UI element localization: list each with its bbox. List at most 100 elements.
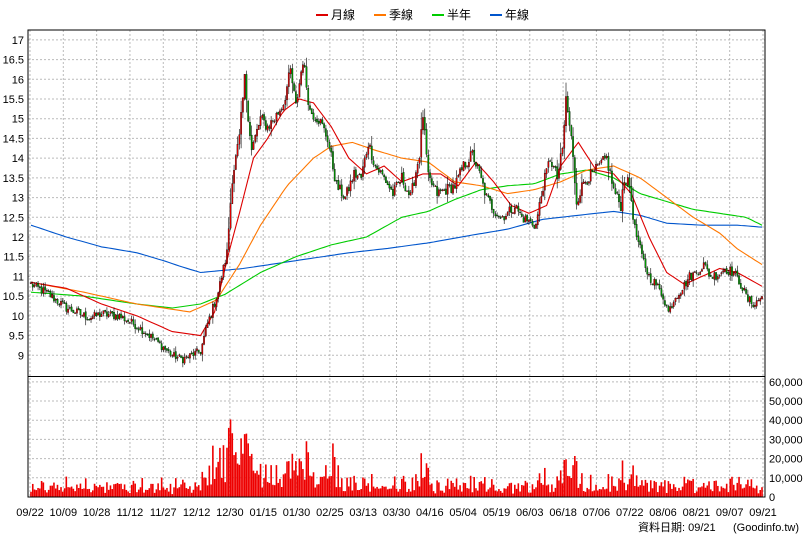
candle-body (199, 351, 202, 354)
candle-body (321, 119, 324, 125)
candle-body (731, 266, 733, 276)
stock-chart: 月線 季線 半年 年線 17 16.5 16 15.5 15 14.5 14 13.5 13 12… (0, 0, 808, 540)
volume-bar (346, 477, 348, 497)
volume-bar (153, 492, 156, 497)
candle-body (259, 116, 262, 126)
candle-body (688, 272, 691, 280)
volume-bar (183, 482, 186, 497)
candle-body (339, 184, 341, 190)
candle-body (159, 341, 161, 343)
candle-body (358, 174, 361, 176)
volume-bar (65, 476, 68, 497)
candle-body (282, 105, 285, 111)
candle-body (342, 196, 345, 199)
candle-body (558, 168, 560, 179)
candle-body (215, 299, 218, 308)
volume-bar (609, 491, 611, 497)
date-tick-label: 07/22 (616, 507, 644, 519)
volume-bar (607, 474, 610, 497)
candle-body (436, 185, 438, 196)
volume-bar (273, 485, 276, 497)
volume-bar (190, 492, 193, 497)
candle-body (669, 306, 672, 313)
volume-bar (616, 490, 619, 497)
candle-body (114, 314, 117, 320)
volume-bar (307, 452, 310, 497)
volume-bar (727, 492, 730, 497)
volume-bar (266, 481, 269, 497)
candle-body (602, 156, 604, 160)
candle-body (307, 88, 310, 105)
candle-body (58, 304, 61, 306)
candle-body (309, 105, 311, 110)
volume-bar (469, 475, 472, 497)
candle-body (434, 185, 437, 187)
volume-bar (713, 480, 716, 497)
candle-body (747, 294, 749, 302)
candle-body (137, 328, 140, 331)
candle-body (270, 120, 272, 130)
candle-body (545, 168, 548, 175)
volume-bar (754, 488, 756, 497)
volume-bar (445, 485, 447, 497)
candle-body (319, 119, 322, 124)
candle-body (305, 66, 308, 88)
volume-bar (566, 475, 569, 497)
volume-bar (611, 476, 613, 497)
volume-bar (519, 491, 521, 497)
candle-body (722, 270, 725, 273)
candle-body (67, 308, 69, 313)
candle-body (116, 314, 119, 320)
candle-body (480, 170, 483, 178)
volume-bar (687, 479, 689, 497)
volume-bar (159, 490, 161, 497)
volume-bar (679, 490, 682, 497)
volume-bar (718, 491, 721, 497)
candle-body (533, 224, 536, 229)
date-tick-label: 12/12 (183, 507, 211, 519)
volume-bar (351, 490, 354, 497)
candle-body (240, 112, 242, 135)
volume-bar (33, 489, 36, 497)
volume-bar (478, 481, 481, 497)
candle-body (344, 196, 347, 200)
volume-bar (282, 474, 285, 497)
candle-body (510, 205, 513, 214)
volume-bar (734, 490, 737, 497)
candle-body (351, 180, 354, 182)
candle-body (325, 128, 327, 137)
candle-body (148, 333, 151, 338)
volume-bar (492, 484, 495, 497)
volume-bar (257, 474, 260, 497)
candle-body (430, 178, 433, 185)
candle-body (256, 128, 258, 137)
candle-body (487, 194, 490, 198)
candle-body (91, 316, 94, 319)
volume-bar (549, 492, 551, 497)
volume-bar (499, 490, 502, 497)
volume-bar (505, 488, 507, 497)
volume-bar (323, 476, 325, 497)
volume-bar (69, 487, 71, 497)
candle-body (623, 182, 626, 191)
candle-body (632, 200, 634, 220)
volume-bar (528, 492, 530, 497)
volume-bar (755, 485, 758, 497)
volume-bar (293, 470, 295, 497)
candle-body (194, 350, 197, 356)
volume-bar (187, 488, 189, 497)
volume-bar (545, 485, 548, 497)
volume-bar (90, 492, 92, 497)
candle-body (144, 333, 147, 335)
volume-bar (568, 476, 571, 497)
candle-body (245, 74, 248, 100)
candle-body (298, 83, 301, 98)
volume-bar (621, 460, 624, 497)
candle-body (547, 161, 550, 168)
volume-bar (84, 478, 87, 497)
volume-bar (415, 474, 417, 497)
candle-body (618, 193, 620, 203)
candle-body (499, 217, 502, 219)
volume-bar (506, 486, 509, 497)
candle-body (226, 249, 228, 264)
